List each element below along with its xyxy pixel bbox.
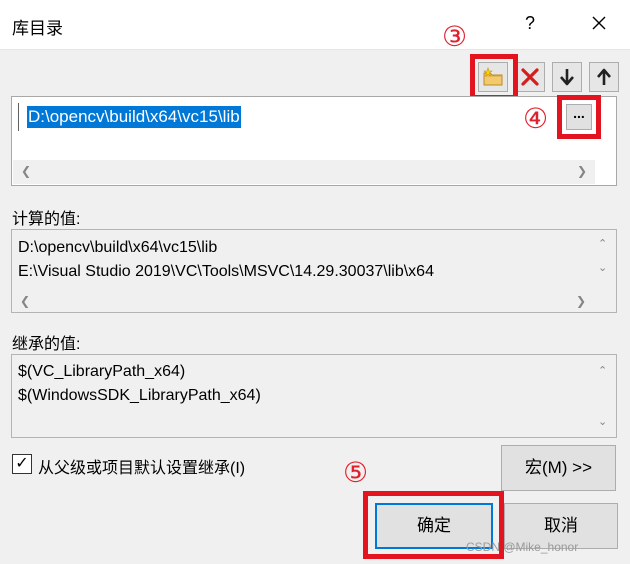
computed-vscrollbar[interactable]: ⌃ ⌄ <box>593 231 615 287</box>
computed-line: D:\opencv\build\x64\vc15\lib <box>18 239 218 256</box>
arrow-up-icon <box>597 68 611 85</box>
computed-values-label: 计算的值: <box>12 211 81 228</box>
directory-hscrollbar[interactable]: ❮ ❯ <box>13 160 595 184</box>
scroll-left-icon[interactable]: ❮ <box>20 294 30 308</box>
highlight-new-line <box>470 54 518 100</box>
directory-row[interactable]: D:\opencv\build\x64\vc15\lib <box>18 103 574 131</box>
computed-values-box: D:\opencv\build\x64\vc15\lib E:\Visual S… <box>11 229 617 313</box>
scroll-down-icon[interactable]: ⌄ <box>598 261 607 274</box>
directory-entry[interactable]: D:\opencv\build\x64\vc15\lib <box>27 106 241 128</box>
computed-line: E:\Visual Studio 2019\VC\Tools\MSVC\14.2… <box>18 263 434 280</box>
inherit-checkbox[interactable]: ✓ <box>12 454 32 474</box>
scroll-right-icon[interactable]: ❯ <box>576 294 586 308</box>
arrow-down-icon <box>560 69 574 86</box>
scroll-right-icon[interactable]: ❯ <box>577 164 587 178</box>
move-up-button[interactable] <box>589 62 619 92</box>
help-button[interactable]: ? <box>515 8 545 38</box>
title-bar: 库目录 ? <box>0 0 630 50</box>
annotation-step-4: ④ <box>523 102 549 135</box>
annotation-step-3: ③ <box>442 20 468 53</box>
scroll-down-icon[interactable]: ⌄ <box>598 415 607 428</box>
macros-button[interactable]: 宏(M) >> <box>501 445 616 491</box>
inherit-checkbox-label[interactable]: 从父级或项目默认设置继承(I) <box>38 454 245 478</box>
delete-line-button[interactable] <box>515 62 545 92</box>
move-down-button[interactable] <box>552 62 582 92</box>
close-button[interactable] <box>584 8 614 38</box>
annotation-step-5: ⑤ <box>343 456 369 489</box>
inherited-line: $(VC_LibraryPath_x64) <box>18 363 186 380</box>
delete-icon <box>521 68 539 86</box>
inherited-values-label: 继承的值: <box>12 336 81 353</box>
inherited-vscrollbar[interactable]: ⌃ ⌄ <box>593 356 615 436</box>
scroll-up-icon[interactable]: ⌃ <box>598 364 607 377</box>
inherited-values-box: $(VC_LibraryPath_x64) $(WindowsSDK_Libra… <box>11 354 617 438</box>
scroll-left-icon[interactable]: ❮ <box>21 164 31 178</box>
close-icon <box>592 16 606 30</box>
window-title: 库目录 <box>12 19 63 38</box>
highlight-browse <box>557 95 601 139</box>
inherited-line: $(WindowsSDK_LibraryPath_x64) <box>18 387 261 404</box>
scroll-up-icon[interactable]: ⌃ <box>598 237 607 250</box>
watermark: CSDN @Mike_honor <box>466 540 579 554</box>
